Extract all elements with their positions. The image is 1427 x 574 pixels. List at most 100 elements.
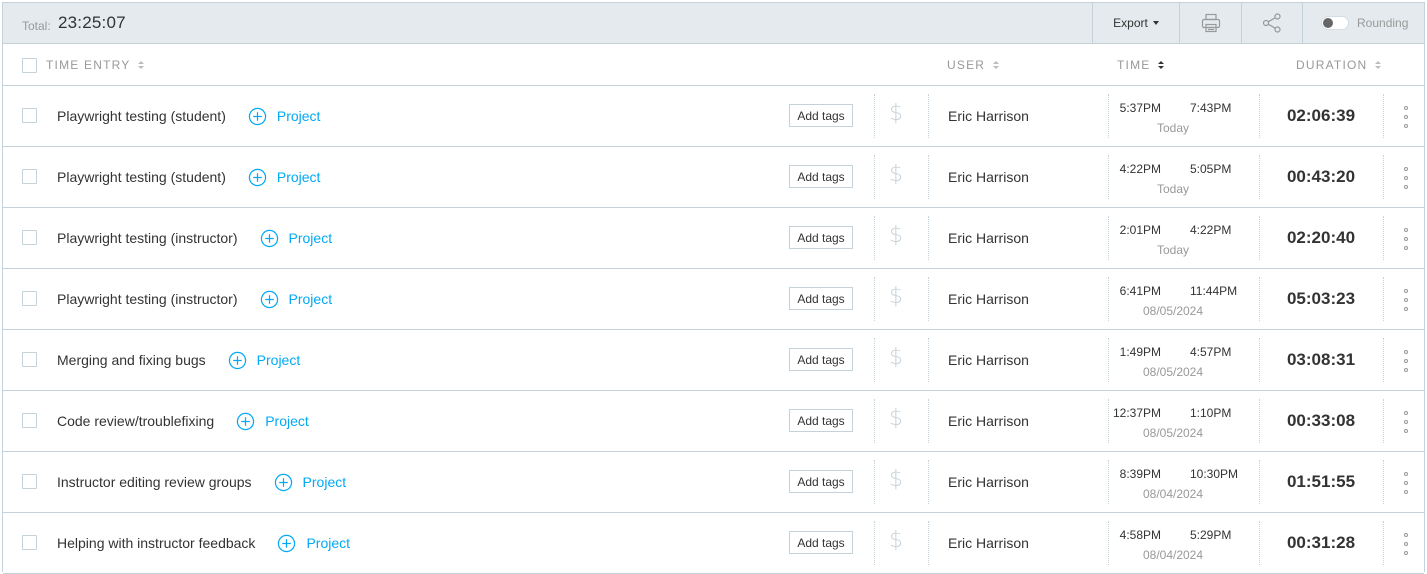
add-project-button[interactable]: Project (260, 290, 332, 309)
entry-duration[interactable]: 03:08:31 (1260, 330, 1382, 390)
column-divider (1383, 216, 1384, 260)
billable-dollar-icon[interactable]: $ (889, 528, 903, 553)
time-entry-row: Playwright testing (student) Project Add… (3, 147, 1424, 208)
end-time: 11:44PM (1190, 284, 1238, 298)
entry-description[interactable]: Instructor editing review groups (57, 474, 252, 490)
column-divider (1383, 155, 1384, 199)
add-tags-button[interactable]: Add tags (789, 104, 853, 127)
billable-dollar-icon[interactable]: $ (889, 223, 903, 248)
print-button[interactable] (1180, 3, 1241, 43)
row-checkbox[interactable] (22, 535, 37, 550)
select-all-checkbox[interactable] (22, 57, 37, 73)
billable-dollar-icon[interactable]: $ (889, 162, 903, 187)
column-divider (928, 216, 929, 260)
row-checkbox[interactable] (22, 474, 37, 489)
column-divider (874, 338, 875, 382)
add-tags-button[interactable]: Add tags (789, 226, 853, 249)
time-range[interactable]: 8:39PM 10:30PM 08/04/2024 (1109, 452, 1257, 512)
add-project-button[interactable]: Project (228, 351, 301, 370)
add-tags-button[interactable]: Add tags (789, 165, 853, 188)
entry-duration[interactable]: 02:06:39 (1260, 86, 1382, 146)
more-options-icon[interactable] (1400, 106, 1412, 128)
column-user[interactable]: USER (947, 44, 1000, 86)
column-divider (1383, 338, 1384, 382)
add-project-button[interactable]: Project (277, 534, 350, 553)
add-project-button[interactable]: Project (236, 412, 309, 431)
more-options-icon[interactable] (1400, 289, 1412, 311)
add-project-button[interactable]: Project (274, 473, 346, 492)
add-tags-button[interactable]: Add tags (789, 470, 853, 493)
project-label: Project (256, 352, 301, 368)
export-dropdown[interactable]: Export (1093, 3, 1179, 43)
add-tags-button[interactable]: Add tags (789, 531, 853, 554)
add-project-button[interactable]: Project (248, 168, 320, 187)
more-options-icon[interactable] (1400, 472, 1412, 494)
more-options-icon[interactable] (1400, 167, 1412, 189)
entry-description[interactable]: Playwright testing (instructor) (57, 230, 238, 246)
row-checkbox[interactable] (22, 291, 37, 306)
entry-duration[interactable]: 02:20:40 (1260, 208, 1382, 268)
entry-description[interactable]: Playwright testing (instructor) (57, 291, 238, 307)
entry-user[interactable]: Eric Harrison (948, 330, 1029, 390)
description-cell: Merging and fixing bugs Project (57, 330, 300, 390)
select-all[interactable] (22, 44, 37, 86)
column-label: TIME ENTRY (46, 58, 131, 72)
add-tags-button[interactable]: Add tags (789, 287, 853, 310)
share-button[interactable] (1242, 3, 1302, 43)
entry-description[interactable]: Playwright testing (student) (57, 169, 226, 185)
entry-description[interactable]: Code review/troublefixing (57, 413, 214, 429)
toggle-switch[interactable] (1321, 16, 1349, 30)
column-time-entry[interactable]: TIME ENTRY (46, 44, 145, 86)
more-options-icon[interactable] (1400, 228, 1412, 250)
entry-user[interactable]: Eric Harrison (948, 513, 1029, 573)
time-range[interactable]: 4:58PM 5:29PM 08/04/2024 (1109, 513, 1257, 573)
entry-user[interactable]: Eric Harrison (948, 86, 1029, 146)
time-range[interactable]: 2:01PM 4:22PM Today (1109, 208, 1257, 268)
row-checkbox[interactable] (22, 108, 37, 123)
entry-date: Today (1156, 121, 1190, 135)
time-range[interactable]: 12:37PM 1:10PM 08/05/2024 (1109, 391, 1257, 451)
start-time: 6:41PM (1119, 284, 1161, 298)
entry-duration[interactable]: 00:31:28 (1260, 513, 1382, 573)
entry-user[interactable]: Eric Harrison (948, 208, 1029, 268)
time-range[interactable]: 4:22PM 5:05PM Today (1109, 147, 1257, 207)
entry-user[interactable]: Eric Harrison (948, 391, 1029, 451)
more-options-icon[interactable] (1400, 350, 1412, 372)
entry-duration[interactable]: 00:43:20 (1260, 147, 1382, 207)
entry-duration[interactable]: 05:03:23 (1260, 269, 1382, 329)
time-range[interactable]: 6:41PM 11:44PM 08/05/2024 (1109, 269, 1257, 329)
billable-dollar-icon[interactable]: $ (889, 284, 903, 309)
add-project-button[interactable]: Project (260, 229, 332, 248)
time-range[interactable]: 5:37PM 7:43PM Today (1109, 86, 1257, 146)
entry-description[interactable]: Playwright testing (student) (57, 108, 226, 124)
billable-dollar-icon[interactable]: $ (889, 345, 903, 370)
add-tags-button[interactable]: Add tags (789, 409, 853, 432)
column-time[interactable]: TIME (1117, 44, 1165, 86)
entry-user[interactable]: Eric Harrison (948, 147, 1029, 207)
entry-date: 08/04/2024 (1142, 487, 1204, 501)
entry-user[interactable]: Eric Harrison (948, 452, 1029, 512)
row-checkbox[interactable] (22, 352, 37, 367)
column-divider (874, 277, 875, 321)
column-label: DURATION (1296, 58, 1368, 72)
row-checkbox[interactable] (22, 169, 37, 184)
add-project-button[interactable]: Project (248, 107, 320, 126)
plus-circle-icon (248, 107, 267, 125)
billable-dollar-icon[interactable]: $ (889, 406, 903, 431)
time-range[interactable]: 1:49PM 4:57PM 08/05/2024 (1109, 330, 1257, 390)
entry-description[interactable]: Merging and fixing bugs (57, 352, 206, 368)
entry-duration[interactable]: 00:33:08 (1260, 391, 1382, 451)
rounding-toggle[interactable]: Rounding (1321, 3, 1408, 43)
column-duration[interactable]: DURATION (1296, 44, 1382, 86)
more-options-icon[interactable] (1400, 411, 1412, 433)
billable-dollar-icon[interactable]: $ (889, 467, 903, 492)
row-checkbox[interactable] (22, 230, 37, 245)
entry-duration[interactable]: 01:51:55 (1260, 452, 1382, 512)
more-options-icon[interactable] (1400, 533, 1412, 555)
entry-user[interactable]: Eric Harrison (948, 269, 1029, 329)
add-tags-button[interactable]: Add tags (789, 348, 853, 371)
row-checkbox[interactable] (22, 413, 37, 428)
entry-description[interactable]: Helping with instructor feedback (57, 535, 255, 551)
billable-dollar-icon[interactable]: $ (889, 101, 903, 126)
export-label: Export (1113, 16, 1148, 30)
